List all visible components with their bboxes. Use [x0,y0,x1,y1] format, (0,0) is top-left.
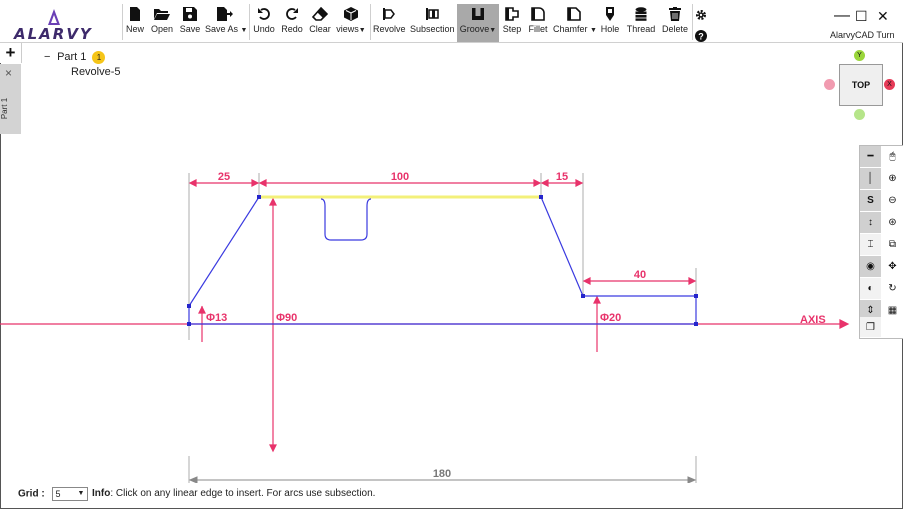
eye-icon[interactable]: ◉ [860,256,881,277]
dim-label-40[interactable]: 40 [634,269,646,281]
view-x-axis-dot[interactable]: X [884,79,895,90]
minimize-button[interactable]: — [834,7,850,25]
step-button[interactable]: Step [501,6,523,40]
settings-column: ? [695,8,709,47]
pan-icon[interactable]: ✥ [882,256,903,277]
save-as-button[interactable]: Save As ▼ [205,6,248,40]
caret-down-icon: ▼ [590,27,597,34]
chamfer-icon [567,7,581,21]
open-button[interactable]: Open [150,6,174,40]
dimension-icon[interactable]: ⌶ [860,234,881,255]
dimension-lines [0,179,850,453]
thread-button[interactable]: Thread [626,6,656,40]
fillet-icon [531,7,545,21]
view-cube[interactable]: TOP [839,64,883,106]
subsection-icon [426,8,439,20]
delete-button[interactable]: Delete [660,6,690,40]
revolve-button[interactable]: Revolve [373,6,406,40]
cube-icon [344,7,358,21]
view-negative-y-dot[interactable] [854,109,865,120]
chamfer-button[interactable]: Chamfer ▼ [553,6,597,40]
main-toolbar: ALARVY New Open Save Save As ▼ Undo Redo… [0,0,903,43]
drill-bit-icon [606,7,614,21]
info-bar: Info: Click on any linear edge to insert… [92,488,375,499]
folder-open-icon [154,9,170,20]
grid-select[interactable]: 5 ▼ [52,487,89,501]
hole-button[interactable]: Hole [599,6,621,40]
clear-button[interactable]: Clear [308,6,332,40]
s-icon[interactable]: S [860,190,881,211]
maximize-button[interactable]: ☐ [855,8,868,25]
svg-text:?: ? [698,32,704,42]
separator [370,4,371,40]
new-button[interactable]: New [125,6,145,40]
database-icon [635,7,647,21]
app-name: AlarvyCAD Turn [830,30,895,40]
chevron-down-icon: ▼ [77,490,85,497]
line-icon[interactable]: │ [860,168,881,189]
view-toolbar: ━ 🖱 │ ⊕ S ⊖ ↕ ⊛ ⌶ ⧉ ◉ ✥ ◐ ↻ ⇕ ▦ ❐ [859,145,903,339]
drawing-canvas[interactable]: 25 100 15 40 Φ13 Φ90 Φ20 AXIS 180 [0,43,903,483]
extension-lines [188,173,697,483]
revolve-icon [383,8,395,20]
eraser-icon [312,6,328,21]
dim-label-phi20[interactable]: Φ20 [600,312,621,324]
caret-down-icon: ▼ [240,27,248,34]
view-y-axis-dot[interactable]: Y [854,50,865,61]
profile-vertices [187,195,698,326]
dim-label-25[interactable]: 25 [218,171,230,183]
view-negative-x-dot[interactable] [824,79,835,90]
profile-outline[interactable] [188,196,697,325]
minus-icon[interactable]: ━ [860,146,881,167]
grid-control: Grid : 5 ▼ [18,487,89,501]
app-logo: ALARVY [12,7,112,43]
grid-icon[interactable]: ▦ [882,300,903,321]
layers-icon[interactable]: ❐ [860,317,881,337]
views-button[interactable]: views▼ [335,6,367,40]
zoom-in-icon[interactable]: ⊕ [882,168,903,189]
undo-button[interactable]: Undo [252,6,276,40]
trash-icon [669,7,681,21]
separator [692,4,693,40]
redo-button[interactable]: Redo [280,6,304,40]
zoom-window-icon[interactable]: ⧉ [882,234,903,255]
dim-label-100[interactable]: 100 [391,171,409,183]
rotate-icon[interactable]: ↻ [882,278,903,299]
groove-button[interactable]: Groove▼ [457,4,499,42]
step-icon [505,7,519,21]
zoom-fit-icon[interactable]: ⊛ [882,212,903,233]
dim-label-15[interactable]: 15 [556,171,568,183]
file-export-icon [217,7,233,21]
help-icon[interactable]: ? [695,30,707,42]
groove-icon [472,8,484,20]
caret-down-icon: ▼ [489,27,497,34]
zoom-out-icon[interactable]: ⊖ [882,190,903,211]
dim-label-180[interactable]: 180 [433,468,451,480]
mouse-icon[interactable]: 🖱 [882,146,903,167]
axis-label: AXIS [800,314,826,326]
separator [249,4,250,40]
save-button[interactable]: Save [179,6,201,40]
gear-icon[interactable] [695,9,707,21]
close-window-button[interactable]: ✕ [877,8,889,25]
caret-down-icon: ▼ [358,27,366,34]
vertical-arrows-icon[interactable]: ↕ [860,212,881,233]
dim-label-phi13[interactable]: Φ13 [206,312,227,324]
floppy-disk-icon [183,7,197,21]
file-icon [130,7,140,21]
undo-icon [258,8,270,20]
separator [122,4,123,40]
redo-icon [286,8,298,20]
fillet-button[interactable]: Fillet [526,6,550,40]
info-label: Info [92,488,111,499]
contrast-icon[interactable]: ◐ [860,278,881,299]
grid-label: Grid : [18,488,45,500]
info-text: : Click on any linear edge to insert. Fo… [110,488,376,499]
subsection-button[interactable]: Subsection [410,6,455,40]
dim-label-phi90[interactable]: Φ90 [276,312,297,324]
